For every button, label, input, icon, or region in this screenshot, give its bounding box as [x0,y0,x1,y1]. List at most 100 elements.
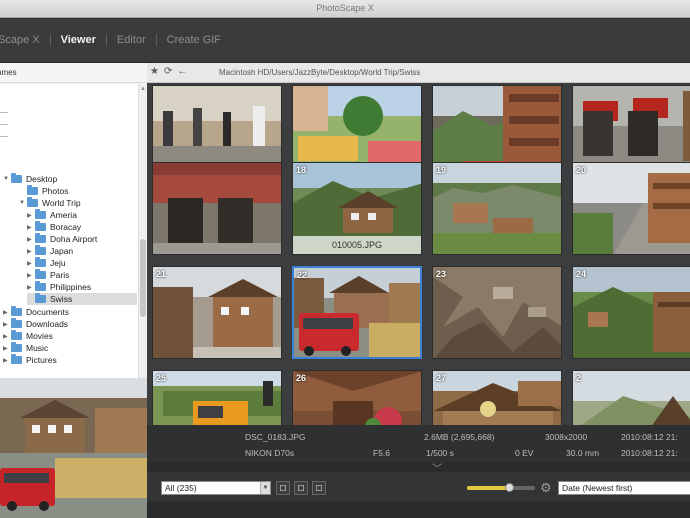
info-focal: 30.0 mm [566,448,600,458]
tree-item-documents[interactable]: ▶ Documents [3,306,69,318]
thumbnail[interactable]: 25 [152,370,282,425]
info-shutter: 1/500 s [426,448,454,458]
slider-knob[interactable] [505,483,515,492]
photo-info-bar: DSC_0183.JPG 2.6MB (2,695,668) 3008x2000… [147,425,690,462]
collapse-arrow-icon[interactable]: ▶ [3,321,11,328]
collapse-arrow-icon[interactable]: ▶ [27,224,35,231]
collapse-arrow-icon[interactable]: ▶ [27,272,35,279]
folder-path: Macintosh HD/Users/JazzByte/Desktop/Worl… [219,68,421,77]
tree-item-movies[interactable]: ▶ Movies [3,330,53,342]
sort-select[interactable]: Date (Newest first) [558,481,690,495]
thumbnail[interactable]: 24 [572,266,690,359]
star-icon[interactable]: ★ [150,66,159,77]
tree-item-ameria[interactable]: ▶ Ameria [27,209,77,221]
collapse-arrow-icon[interactable]: ▶ [27,284,35,291]
path-bar: ★ ⟳ ← Macintosh HD/Users/JazzByte/Deskto… [147,63,690,83]
folder-icon [11,342,22,352]
folder-icon [35,281,46,291]
folder-icon [35,293,46,303]
back-arrow-icon[interactable]: ← [177,66,187,77]
folder-icon [11,354,22,364]
scroll-up-icon[interactable]: ▲ [140,86,146,92]
window-title: PhotoScape X [316,3,374,13]
collapse-arrow-icon[interactable]: ▶ [3,333,11,340]
thumbnail[interactable]: 23 [432,266,562,359]
info-date-2: 2010:08:12 21: [621,448,678,458]
expand-arrow-icon[interactable]: ▼ [3,176,11,182]
tree-item-photos[interactable]: Photos [19,185,68,197]
scroll-thumb[interactable] [140,239,146,317]
info-filename: DSC_0183.JPG [245,432,306,442]
tree-item-doha-airport[interactable]: ▶ Doha Airport [27,233,97,245]
thumbnail[interactable]: 21 [152,266,282,359]
tree-item-music[interactable]: ▶ Music [3,342,48,354]
folder-icon [35,233,46,243]
tree-item-pictures[interactable]: ▶ Pictures [3,354,57,366]
tree-item-world-trip[interactable]: ▼ World Trip [19,197,81,209]
expand-arrow-icon[interactable]: ▼ [19,200,27,206]
bottom-toolbar: All (235) ▼ ⚙ Date (Newest first) [147,472,690,502]
thumbnail[interactable]: 2 [572,370,690,425]
folder-icon [35,257,46,267]
collapse-arrow-icon[interactable]: ▶ [3,357,11,364]
left-panel: ames ▾ ▼Desktop Photos ▼World Trip ▶Amer… [0,63,147,518]
folder-icon [35,245,46,255]
thumbnail-filename: 010005.JPG [293,236,421,254]
slider-fill [467,486,510,490]
info-date: 2010:08:12 21: [621,432,678,442]
info-dimensions: 3008x2000 [545,432,588,442]
info-exposure: 0 EV [515,448,534,458]
thumbnail-selected[interactable]: 22 [292,266,422,359]
tree-item-swiss[interactable]: Swiss [27,293,137,305]
title-bar: PhotoScape X [0,0,690,18]
thumbnail-size-slider[interactable] [467,483,535,492]
tab-viewer[interactable]: Viewer [51,34,106,46]
tree-header: ames ▾ [0,63,147,83]
thumbnail-grid[interactable]: 18 010005.JPG 19 20 21 22 23 24 25 26 27 [147,83,690,425]
tree-stub [0,136,8,137]
folder-icon [35,209,46,219]
tree-item-japan[interactable]: ▶ Japan [27,245,73,257]
thumbnail[interactable]: 18 010005.JPG [292,162,422,255]
tab-create-gif[interactable]: Create GIF [157,34,231,46]
collapse-arrow-icon[interactable]: ▶ [27,212,35,219]
thumbnail[interactable] [152,162,282,255]
chevron-down-icon[interactable]: ▼ [260,482,270,494]
filter-select[interactable]: All (235) ▼ [161,481,271,495]
thumbnail[interactable]: 27 [432,370,562,425]
info-camera: NIKON D70s [245,448,295,458]
gear-icon[interactable]: ⚙ [540,480,552,496]
folder-icon [35,269,46,279]
tree-source-dropdown-icon[interactable]: ▾ [0,68,143,77]
collapse-arrow-icon[interactable]: ▶ [3,345,11,352]
grid-view-icon[interactable] [276,481,290,495]
fullscreen-view-icon[interactable] [312,481,326,495]
collapse-arrow-icon[interactable]: ▶ [27,260,35,267]
tree-item-philippines[interactable]: ▶ Philippines [27,281,91,293]
refresh-icon[interactable]: ⟳ [164,66,172,77]
folder-icon [35,221,46,231]
bottom-strip [147,502,690,518]
folder-icon [27,185,38,195]
tree-item-jeju[interactable]: ▶ Jeju [27,257,66,269]
tab-scapex[interactable]: Scape X [0,34,50,46]
collapse-arrow-icon[interactable]: ▶ [3,309,11,316]
thumbnail[interactable]: 20 [572,162,690,255]
tree-item-boracay[interactable]: ▶ Boracay [27,221,81,233]
top-nav-bar: Scape X Viewer Editor Create GIF [0,19,690,63]
folder-icon [11,306,22,316]
tree-item-paris[interactable]: ▶ Paris [27,269,69,281]
tree-stub [0,124,8,125]
tree-item-desktop[interactable]: ▼ Desktop [3,173,57,185]
folder-icon [11,318,22,328]
tree-item-downloads[interactable]: ▶ Downloads [3,318,68,330]
collapse-arrow-icon[interactable]: ▶ [27,236,35,243]
thumbnail[interactable]: 19 [432,162,562,255]
thumbnail[interactable]: 26 [292,370,422,425]
list-view-icon[interactable] [294,481,308,495]
tab-editor[interactable]: Editor [107,34,156,46]
folder-icon [11,330,22,340]
collapse-arrow-icon[interactable]: ▶ [27,248,35,255]
folder-icon [27,197,38,207]
photo-preview [0,378,147,518]
